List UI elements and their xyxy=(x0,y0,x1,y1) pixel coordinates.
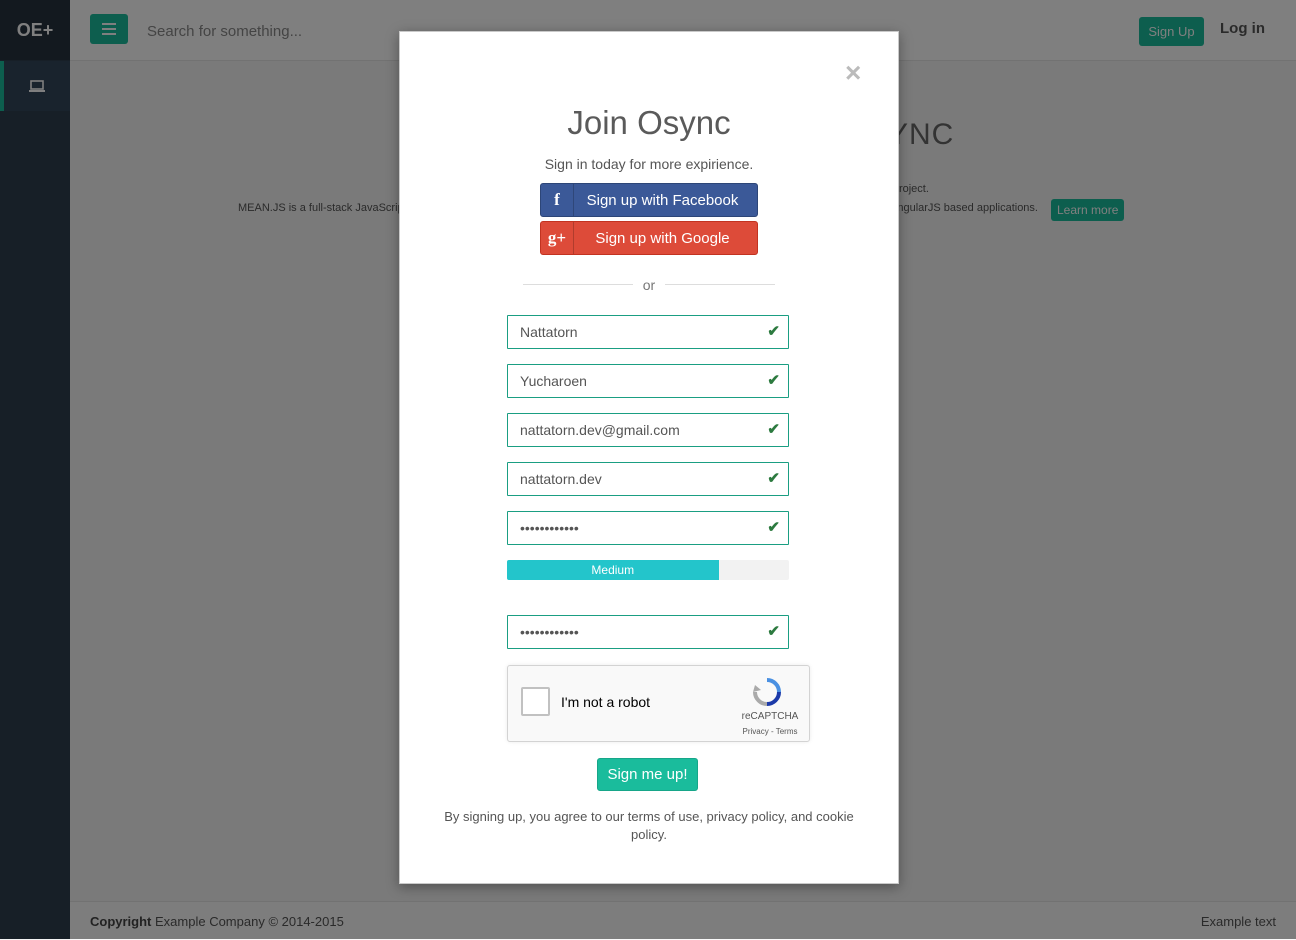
modal-subtitle: Sign in today for more expirience. xyxy=(544,156,754,172)
password-field: ✔ xyxy=(507,511,789,545)
email-input[interactable] xyxy=(508,414,760,446)
close-icon[interactable]: × xyxy=(845,59,861,87)
check-icon: ✔ xyxy=(767,623,780,640)
password-strength-bar: Medium xyxy=(507,560,789,580)
signup-modal: × Join Osync Sign in today for more expi… xyxy=(399,31,899,884)
check-icon: ✔ xyxy=(767,519,780,536)
confirm-password-input[interactable] xyxy=(508,616,760,648)
last-name-field: ✔ xyxy=(507,364,789,398)
google-signup-button[interactable]: g+ Sign up with Google xyxy=(540,221,758,255)
password-input[interactable] xyxy=(508,512,760,544)
check-icon: ✔ xyxy=(767,323,780,340)
google-signup-label: Sign up with Google xyxy=(595,229,730,247)
modal-title: Join Osync xyxy=(567,104,731,141)
first-name-input[interactable] xyxy=(508,316,760,348)
google-plus-icon: g+ xyxy=(541,222,574,254)
username-input[interactable] xyxy=(508,463,760,495)
facebook-icon: f xyxy=(541,184,574,216)
or-divider: or xyxy=(642,277,656,293)
email-field: ✔ xyxy=(507,413,789,447)
recaptcha-logo-icon xyxy=(753,678,781,706)
check-icon: ✔ xyxy=(767,372,780,389)
facebook-signup-button[interactable]: f Sign up with Facebook xyxy=(540,183,758,217)
recaptcha-label: I'm not a robot xyxy=(561,694,651,710)
recaptcha-privacy-terms[interactable]: Privacy - Terms xyxy=(738,727,802,736)
facebook-signup-label: Sign up with Facebook xyxy=(586,191,739,209)
recaptcha-widget: I'm not a robot reCAPTCHA Privacy - Term… xyxy=(507,665,810,742)
last-name-input[interactable] xyxy=(508,365,760,397)
first-name-field: ✔ xyxy=(507,315,789,349)
recaptcha-brand: reCAPTCHA xyxy=(741,711,799,722)
password-strength-fill: Medium xyxy=(507,560,719,580)
confirm-password-field: ✔ xyxy=(507,615,789,649)
check-icon: ✔ xyxy=(767,470,780,487)
recaptcha-checkbox[interactable] xyxy=(521,687,550,716)
check-icon: ✔ xyxy=(767,421,780,438)
username-field: ✔ xyxy=(507,462,789,496)
sign-me-up-button[interactable]: Sign me up! xyxy=(597,758,698,791)
divider-line xyxy=(665,284,775,285)
terms-text: By signing up, you agree to our terms of… xyxy=(444,809,854,842)
